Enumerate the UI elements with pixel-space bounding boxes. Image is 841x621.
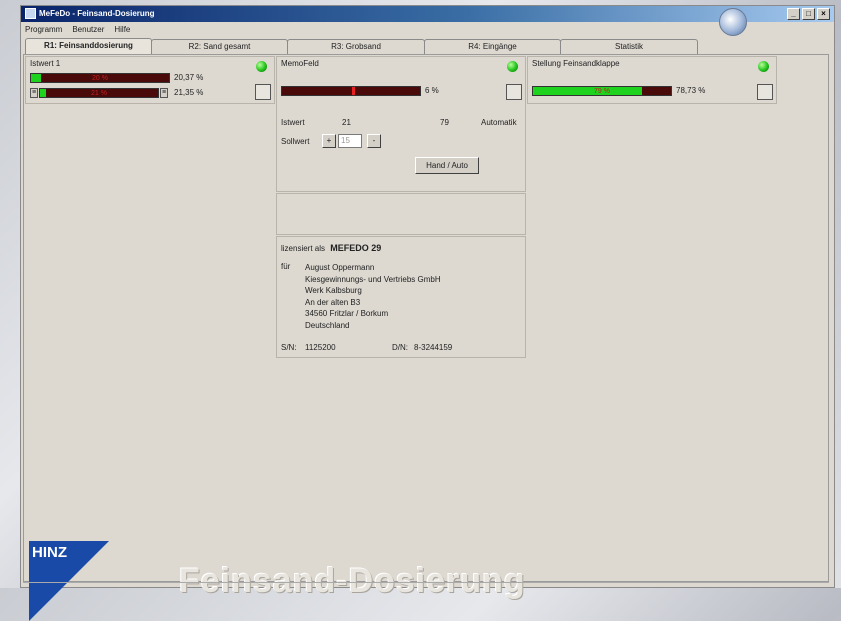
close-button[interactable]: × [817, 8, 830, 20]
dn-value: 8-3244159 [414, 343, 453, 352]
memo-bar [281, 86, 421, 96]
address-line: An der alten B3 [305, 297, 361, 307]
hinz-logo-text: HINZ [32, 544, 67, 561]
window-controls: _ □ × [787, 8, 830, 20]
address-line: 34560 Fritzlar / Borkum [305, 309, 389, 318]
istwert-bar-2-pct: 21,35 % [174, 88, 204, 97]
tab-content: Istwert 1 20 % 20,37 % ≡ 21 % ≡ 21,35 % … [23, 54, 829, 621]
istwert-spin-left-icon[interactable]: ≡ [30, 88, 38, 98]
menu-programm[interactable]: Programm [25, 23, 62, 37]
memo-value-2: 79 [440, 118, 449, 127]
memo-bar-pct: 6 % [425, 86, 439, 95]
menu-benutzer[interactable]: Benutzer [72, 23, 104, 37]
disc-logo-icon [719, 8, 747, 36]
istwert-spin-right-icon[interactable]: ≡ [160, 88, 168, 98]
status-led [256, 61, 267, 72]
menu-bar: Programm Benutzer Hilfe [21, 23, 130, 37]
istwert-panel: Istwert 1 20 % 20,37 % ≡ 21 % ≡ 21,35 % [25, 56, 275, 104]
stellung-led [758, 61, 769, 72]
memo-led [507, 61, 518, 72]
empty-panel [276, 193, 526, 235]
sollwert-input[interactable]: 15 [338, 134, 362, 148]
main-window: MeFeDo - Feinsand-Dosierung _ □ × Progra… [20, 5, 835, 621]
menu-hilfe[interactable]: Hilfe [114, 23, 130, 37]
memo-mode: Automatik [481, 118, 517, 127]
istwert-bar-1-label: 20 % [92, 75, 108, 82]
tab-r2-sand-gesamt[interactable]: R2: Sand gesamt [151, 39, 288, 54]
memo-panel: MemoFeld 6 % Istwert 21 79 Automatik Sol… [276, 56, 526, 192]
tab-strip: R1: Feinsanddosierung R2: Sand gesamt R3… [25, 38, 698, 54]
app-icon [25, 8, 36, 20]
address-line: Kiesgewinnungs- und Vertriebs GmbH [305, 274, 441, 284]
istwert-bar-2: 21 % [39, 88, 159, 98]
sollwert-minus-button[interactable]: - [367, 134, 381, 148]
title-bar: MeFeDo - Feinsand-Dosierung _ □ × [21, 6, 834, 22]
window-title: MeFeDo - Feinsand-Dosierung [39, 9, 155, 18]
tab-r1-feinsanddosierung[interactable]: R1: Feinsanddosierung [25, 38, 152, 54]
istwert-checkbox[interactable] [255, 84, 271, 100]
istwert-bar-1: 20 % [30, 73, 170, 83]
tab-statistik[interactable]: Statistik [560, 39, 698, 54]
istwert-bar-2-label: 21 % [91, 90, 107, 97]
address-line: August Oppermann [305, 263, 375, 272]
license-line: lizensiert als MEFEDO 29 [281, 243, 381, 253]
stellung-bar-pct: 78,73 % [676, 86, 706, 95]
sn-value: 1125200 [305, 343, 336, 352]
license-panel: lizensiert als MEFEDO 29 für August Oppe… [276, 236, 526, 358]
fuer-label: für [281, 262, 291, 271]
dn-label: D/N: [392, 343, 408, 352]
minimize-button[interactable]: _ [787, 8, 800, 20]
stellung-bar: 79 % [532, 86, 672, 96]
license-product: MEFEDO 29 [330, 243, 382, 253]
address-line: Deutschland [305, 320, 350, 330]
memo-istwert-label: Istwert [281, 118, 305, 127]
maximize-button[interactable]: □ [802, 8, 815, 20]
memo-title: MemoFeld [281, 59, 319, 68]
memo-checkbox[interactable] [506, 84, 522, 100]
stellung-checkbox[interactable] [757, 84, 773, 100]
stellung-panel: Stellung Feinsandklappe 79 % 78,73 % [527, 56, 777, 104]
tab-r4-eingaenge[interactable]: R4: Eingänge [424, 39, 561, 54]
istwert-bar-1-pct: 20,37 % [174, 73, 204, 82]
istwert-title: Istwert 1 [30, 59, 61, 68]
stellung-title: Stellung Feinsandklappe [532, 59, 620, 68]
sollwert-label: Sollwert [281, 137, 310, 146]
tab-r3-grobsand[interactable]: R3: Grobsand [287, 39, 425, 54]
license-text: lizensiert als [281, 244, 326, 253]
memo-bar-marker [352, 87, 356, 95]
sollwert-plus-button[interactable]: + [322, 134, 336, 148]
address-line: Werk Kalbsburg [305, 286, 362, 295]
address-block: August Oppermann Kiesgewinnungs- und Ver… [305, 262, 441, 331]
stellung-bar-label: 79 % [594, 88, 610, 95]
memo-istwert-value: 21 [342, 118, 351, 127]
sn-label: S/N: [281, 343, 297, 352]
hand-auto-button[interactable]: Hand / Auto [415, 157, 479, 174]
